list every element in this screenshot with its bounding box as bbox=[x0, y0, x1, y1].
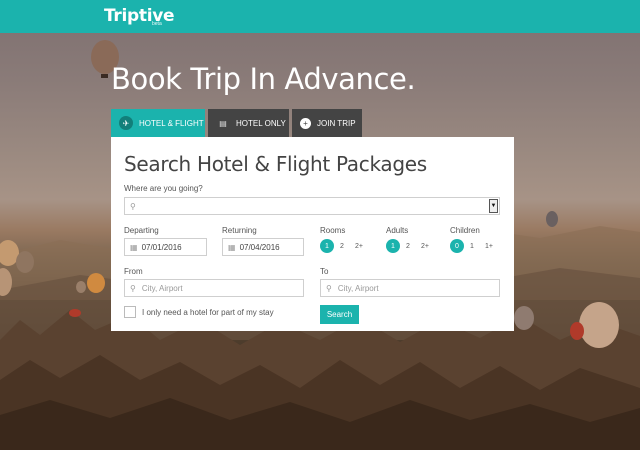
adults-option-1[interactable]: 1 bbox=[386, 239, 400, 253]
rooms-option-2plus[interactable]: 2+ bbox=[350, 239, 368, 253]
brand-logo[interactable]: Triptive bbox=[104, 6, 175, 26]
rooms-option-1[interactable]: 1 bbox=[320, 239, 334, 253]
returning-date-field[interactable]: ▦ 07/04/2016 bbox=[222, 238, 304, 256]
destination-select[interactable]: ⚲ ▼ bbox=[124, 197, 500, 215]
departing-label: Departing bbox=[124, 226, 159, 235]
adults-option-2plus[interactable]: 2+ bbox=[416, 239, 434, 253]
tab-label: HOTEL & FLIGHT bbox=[139, 118, 204, 128]
rooms-option-2[interactable]: 2 bbox=[335, 239, 349, 253]
rooms-selector: 1 2 2+ bbox=[320, 239, 369, 253]
children-option-1[interactable]: 1 bbox=[465, 239, 479, 253]
calendar-icon: ▦ bbox=[228, 242, 236, 252]
plane-icon: ✈ bbox=[119, 116, 133, 130]
departing-value: 07/01/2016 bbox=[141, 242, 182, 252]
location-pin-icon: ⚲ bbox=[130, 201, 136, 211]
top-bar: Triptive beta bbox=[0, 0, 640, 33]
brand-beta-tag: beta bbox=[152, 21, 162, 27]
hotel-partial-checkbox[interactable] bbox=[124, 306, 136, 318]
departing-date-field[interactable]: ▦ 07/01/2016 bbox=[124, 238, 207, 256]
adults-label: Adults bbox=[386, 226, 409, 235]
form-title: Search Hotel & Flight Packages bbox=[124, 152, 427, 176]
tab-join-trip[interactable]: + JOIN TRIP bbox=[292, 109, 362, 137]
tab-label: JOIN TRIP bbox=[317, 118, 356, 128]
children-selector: 0 1 1+ bbox=[450, 239, 499, 253]
search-button[interactable]: Search bbox=[320, 305, 359, 324]
children-option-0[interactable]: 0 bbox=[450, 239, 464, 253]
building-icon: ▤ bbox=[219, 118, 227, 128]
page-headline: Book Trip In Advance. bbox=[111, 62, 416, 96]
tab-label: HOTEL ONLY bbox=[236, 118, 286, 128]
adults-selector: 1 2 2+ bbox=[386, 239, 435, 253]
chevron-down-icon[interactable]: ▼ bbox=[489, 199, 498, 213]
location-pin-icon: ⚲ bbox=[130, 283, 136, 293]
from-input[interactable]: ⚲ City, Airport bbox=[124, 279, 304, 297]
returning-label: Returning bbox=[222, 226, 257, 235]
children-option-1plus[interactable]: 1+ bbox=[480, 239, 498, 253]
location-pin-icon: ⚲ bbox=[326, 283, 332, 293]
tab-hotel-only[interactable]: ▤ HOTEL ONLY bbox=[208, 109, 289, 137]
children-label: Children bbox=[450, 226, 480, 235]
circle-plus-icon: + bbox=[300, 117, 311, 129]
search-card: Search Hotel & Flight Packages Where are… bbox=[111, 137, 514, 331]
returning-value: 07/04/2016 bbox=[239, 242, 280, 252]
to-label: To bbox=[320, 267, 329, 276]
tab-hotel-flight[interactable]: ✈ HOTEL & FLIGHT bbox=[111, 109, 205, 137]
to-placeholder: City, Airport bbox=[337, 283, 379, 293]
from-label: From bbox=[124, 267, 143, 276]
rooms-label: Rooms bbox=[320, 226, 346, 235]
from-placeholder: City, Airport bbox=[141, 283, 183, 293]
calendar-icon: ▦ bbox=[130, 242, 138, 252]
destination-label: Where are you going? bbox=[124, 184, 203, 193]
adults-option-2[interactable]: 2 bbox=[401, 239, 415, 253]
hotel-partial-label[interactable]: I only need a hotel for part of my stay bbox=[142, 308, 274, 317]
to-input[interactable]: ⚲ City, Airport bbox=[320, 279, 500, 297]
